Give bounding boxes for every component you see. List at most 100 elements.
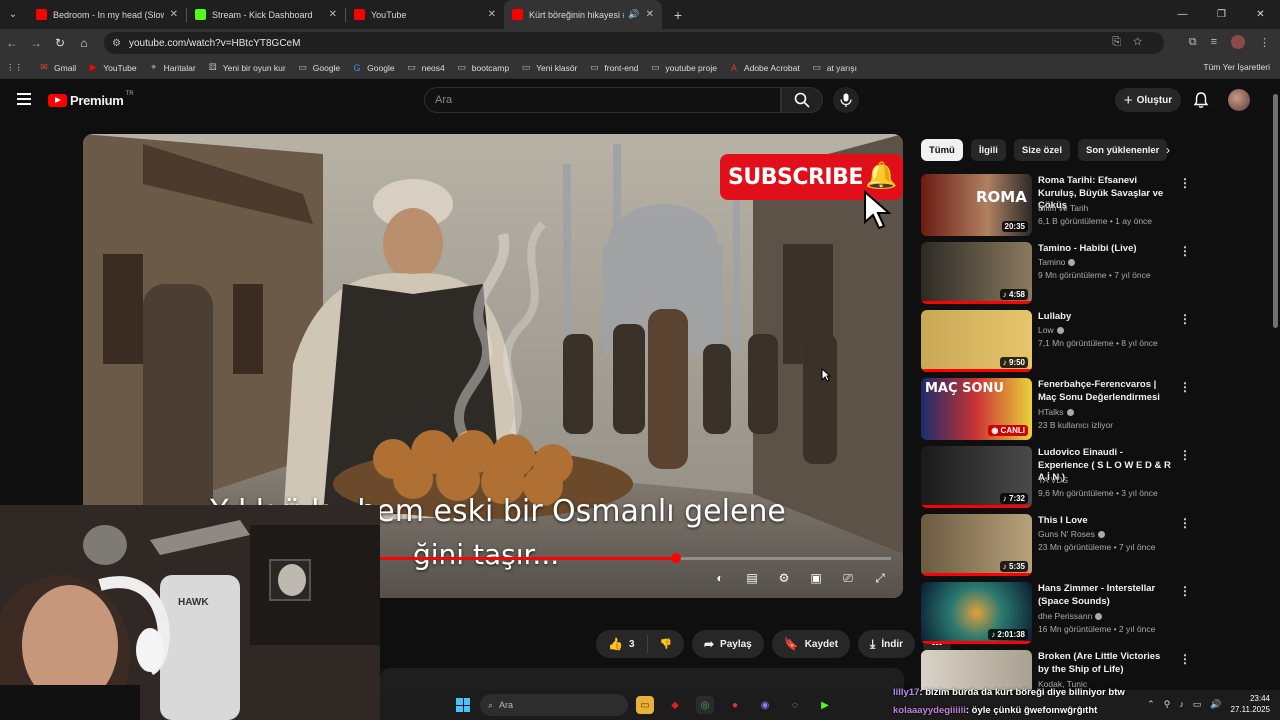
video-thumbnail[interactable]: ♪ 4:58 xyxy=(921,242,1032,304)
account-avatar[interactable] xyxy=(1228,89,1250,111)
video-thumbnail[interactable]: ♪ 7:32 xyxy=(921,446,1032,508)
site-info-icon[interactable]: ⚙ xyxy=(112,38,121,49)
browser-tab-3[interactable]: YouTube ✕ xyxy=(346,0,504,29)
dislike-button[interactable]: 👎 xyxy=(648,630,684,658)
bookmark-item[interactable]: ▭ front-end xyxy=(589,62,638,73)
recommendation-channel[interactable]: Low xyxy=(1038,325,1064,335)
windows-start-icon[interactable] xyxy=(456,698,470,712)
tab-search-chevron-icon[interactable]: ⌄ xyxy=(4,6,22,24)
more-options-icon[interactable]: ⋮ xyxy=(1179,652,1191,666)
notifications-bell-icon[interactable] xyxy=(1192,91,1210,109)
bookmark-item[interactable]: ▭ neos4 xyxy=(407,62,444,73)
recommendation-channel[interactable]: Guns N' Roses xyxy=(1038,529,1105,539)
chip-for-you[interactable]: Size özel xyxy=(1013,139,1070,161)
recommendation-item[interactable]: ♪ 4:58 Tamino - Habibi (Live) Tamino 9 Mn g… xyxy=(921,242,1191,304)
subtitles-icon[interactable]: ▤ xyxy=(743,571,761,585)
recommendation-title[interactable]: Broken (Are Little Victories by the Ship… xyxy=(1038,651,1173,676)
download-button[interactable]: ⤓ İndir xyxy=(858,630,916,658)
recommendation-channel[interactable]: HTalks xyxy=(1038,407,1074,417)
network-icon[interactable]: ⚲ xyxy=(1164,699,1171,710)
recommendation-item[interactable]: ♪ 7:32 Ludovico Einaudi - Experience ( S … xyxy=(921,446,1191,508)
close-tab-icon[interactable]: ✕ xyxy=(646,9,654,20)
close-window-icon[interactable]: ✕ xyxy=(1241,0,1280,29)
recommendation-channel[interactable]: Bilim ve Tarih xyxy=(1038,203,1088,213)
chip-related[interactable]: İlgili xyxy=(970,139,1006,161)
video-thumbnail[interactable]: ♪ 9:50 xyxy=(921,310,1032,372)
recommendation-item[interactable]: ♪ 2:01:38 Hans Zimmer - Interstellar (Spa… xyxy=(921,582,1191,644)
chip-all[interactable]: Tümü xyxy=(921,139,963,161)
recommendation-item[interactable]: ROMA 20:35 Roma Tarihi: Efsanevi Kuruluş, … xyxy=(921,174,1191,236)
display-icon[interactable]: ▭ xyxy=(1193,699,1202,710)
voice-search-button[interactable] xyxy=(833,87,859,113)
taskbar-search-input[interactable]: ⌕ Ara xyxy=(480,694,628,716)
extensions-puzzle-icon[interactable]: ⧉ xyxy=(1189,36,1197,49)
file-explorer-icon[interactable]: ▭ xyxy=(636,696,654,714)
kick-app-icon[interactable]: ▶ xyxy=(816,696,834,714)
video-thumbnail[interactable]: ROMA 20:35 xyxy=(921,174,1032,236)
more-options-icon[interactable]: ⋮ xyxy=(1179,516,1191,530)
scrollbar-thumb[interactable] xyxy=(1273,94,1278,328)
settings-gear-icon[interactable]: ⚙ xyxy=(775,571,793,585)
more-options-icon[interactable]: ⋮ xyxy=(1179,448,1191,462)
recommendation-channel[interactable]: Tamino xyxy=(1038,257,1076,267)
browser-tab-4-active[interactable]: Kürt böreğinin hikayesi #bi 🔊 ✕ xyxy=(504,0,662,29)
search-input[interactable]: Ara xyxy=(424,87,781,113)
audio-playing-icon[interactable]: 🔊 xyxy=(628,9,639,20)
cast-icon[interactable]: ⎚ xyxy=(839,571,857,585)
bookmark-item[interactable]: ⌖ Haritalar xyxy=(149,62,196,73)
app-red-icon[interactable]: ◆ xyxy=(666,696,684,714)
mic-tray-icon[interactable]: ♪ xyxy=(1179,699,1184,709)
bookmark-item[interactable]: ▭ Yeni klasör xyxy=(521,62,578,73)
bookmark-item[interactable]: ⚄ Yeni bir oyun kur xyxy=(208,62,286,73)
chip-recently-uploaded[interactable]: Son yüklenenler xyxy=(1077,139,1168,161)
browser-tab-2[interactable]: Stream - Kick Dashboard ✕ xyxy=(187,0,345,29)
more-options-icon[interactable]: ⋮ xyxy=(1179,584,1191,598)
chrome-icon[interactable]: ◎ xyxy=(696,696,714,714)
create-button[interactable]: + Oluştur xyxy=(1115,88,1181,112)
restore-icon[interactable]: ❐ xyxy=(1202,0,1241,29)
save-button[interactable]: 🔖 Kaydet xyxy=(771,630,851,658)
miniplayer-icon[interactable]: ▣ xyxy=(807,571,825,585)
recommendation-title[interactable]: Fenerbahçe-Ferencvaros | Maç Sonu Değerl… xyxy=(1038,379,1173,404)
reload-icon[interactable]: ↻ xyxy=(48,36,72,50)
url-omnibox[interactable]: ⚙ youtube.com/watch?v=HBtcYT8GCeM ⎘☆ xyxy=(104,32,1164,54)
video-thumbnail[interactable]: MAÇ SONU ◉ CANLI xyxy=(921,378,1032,440)
tray-chevron-icon[interactable]: ⌃ xyxy=(1147,699,1155,710)
youtube-premium-logo[interactable]: Premium TR xyxy=(48,91,134,108)
more-options-icon[interactable]: ⋮ xyxy=(1179,380,1191,394)
media-control-icon[interactable]: ≡ xyxy=(1211,36,1217,48)
bookmark-item[interactable]: ▭ Google xyxy=(298,62,340,73)
video-thumbnail[interactable]: ♪ 5:35 xyxy=(921,514,1032,576)
all-bookmarks-folder[interactable]: Tüm Yer İşaretleri xyxy=(1203,62,1270,72)
hamburger-menu-icon[interactable] xyxy=(17,93,31,105)
like-button[interactable]: 👍 3 xyxy=(596,630,647,658)
home-icon[interactable]: ⌂ xyxy=(72,36,96,50)
more-options-icon[interactable]: ⋮ xyxy=(1179,176,1191,190)
bookmark-item[interactable]: ▶ YouTube xyxy=(88,62,137,73)
app-circle-icon[interactable]: ● xyxy=(726,696,744,714)
recommendation-title[interactable]: Lullaby xyxy=(1038,311,1173,324)
profile-avatar[interactable] xyxy=(1231,35,1245,49)
more-options-icon[interactable]: ⋮ xyxy=(1179,244,1191,258)
bookmark-item[interactable]: ✉ Gmail xyxy=(39,62,76,73)
apps-grid-icon[interactable]: ⋮⋮ xyxy=(6,62,23,73)
new-tab-button[interactable]: + xyxy=(668,7,688,23)
more-options-icon[interactable]: ⋮ xyxy=(1179,312,1191,326)
chips-next-chevron-icon[interactable]: › xyxy=(1166,143,1170,157)
recommendation-title[interactable]: This I Love xyxy=(1038,515,1173,528)
bookmark-item[interactable]: A Adobe Acrobat xyxy=(729,63,800,73)
discord-icon[interactable]: ◉ xyxy=(756,696,774,714)
minimize-icon[interactable]: — xyxy=(1163,0,1202,29)
recommendation-item[interactable]: ♪ 5:35 This I Love Guns N' Roses 23 Mn görü… xyxy=(921,514,1191,576)
bookmark-item[interactable]: ▭ at yarışı xyxy=(812,62,857,73)
close-tab-icon[interactable]: ✕ xyxy=(329,9,337,20)
recommendation-title[interactable]: Hans Zimmer - Interstellar (Space Sounds… xyxy=(1038,583,1173,608)
browser-menu-icon[interactable]: ⋮ xyxy=(1259,36,1270,49)
recommendation-channel[interactable]: dhe Perissann xyxy=(1038,611,1103,621)
bookmark-item[interactable]: ▭ bootcamp xyxy=(457,62,510,73)
fullscreen-icon[interactable]: ⤢ xyxy=(871,571,889,585)
autoplay-toggle-icon[interactable]: ◐ xyxy=(711,571,729,585)
recommendation-title[interactable]: Tamino - Habibi (Live) xyxy=(1038,243,1173,256)
forward-arrow-icon[interactable]: → xyxy=(24,36,48,50)
recommendation-channel[interactable]: YA VDS xyxy=(1038,475,1068,485)
